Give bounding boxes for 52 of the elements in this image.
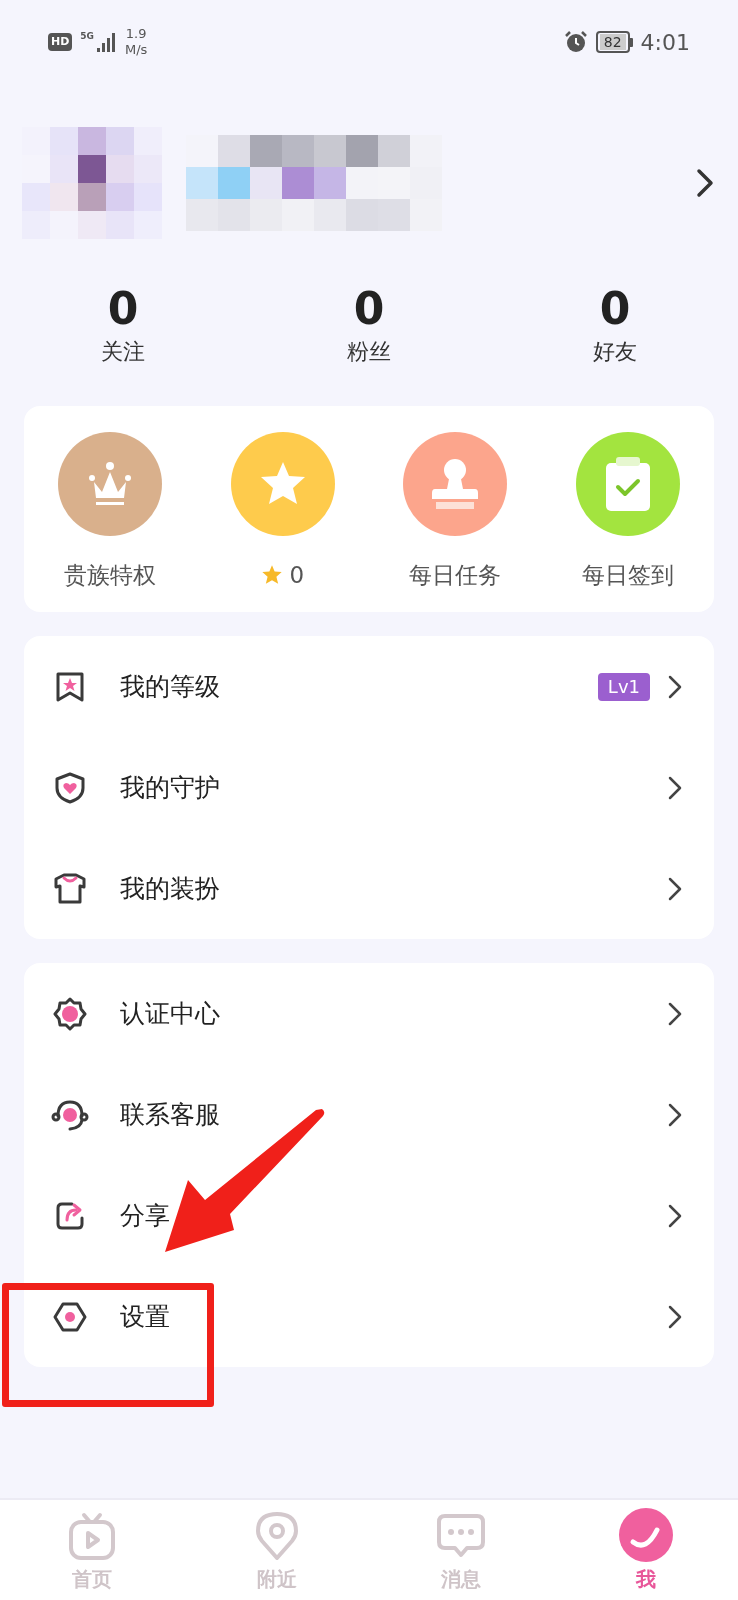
network-label: 5G bbox=[80, 32, 94, 41]
stat-label[interactable]: 关注 bbox=[101, 336, 145, 368]
menu-item[interactable]: 设置 bbox=[24, 1266, 714, 1367]
chevron-right-icon bbox=[668, 1304, 682, 1329]
tv-icon bbox=[68, 1512, 117, 1560]
shirt-icon bbox=[53, 872, 87, 905]
menu-label: 认证中心 bbox=[120, 997, 221, 1030]
speed-unit: M/s bbox=[125, 42, 148, 58]
hd-badge: HD bbox=[48, 33, 73, 51]
speed-value: 1.9 bbox=[125, 26, 147, 42]
menu-item[interactable]: 分享 bbox=[24, 1165, 714, 1266]
menu-item[interactable]: 联系客服 bbox=[24, 1064, 714, 1165]
battery-indicator: 82 bbox=[595, 31, 633, 53]
menu-label: 我的守护 bbox=[120, 771, 221, 804]
chevron-right-icon[interactable] bbox=[696, 168, 714, 198]
menu-item[interactable]: 我的等级 Lv1 bbox=[24, 636, 714, 737]
menu-label: 设置 bbox=[120, 1300, 171, 1333]
chevron-right-icon bbox=[668, 876, 682, 901]
quick-action-label: 贵族特权 bbox=[64, 561, 157, 590]
menu-label: 分享 bbox=[120, 1199, 171, 1232]
chevron-right-icon bbox=[668, 1203, 682, 1228]
signal-icon bbox=[97, 32, 117, 52]
menu-item[interactable]: 认证中心 bbox=[24, 963, 714, 1064]
menu-label: 我的等级 bbox=[120, 670, 221, 703]
badge-icon bbox=[53, 996, 87, 1031]
menu-label: 联系客服 bbox=[120, 1098, 221, 1131]
menu-item[interactable]: 我的装扮 bbox=[24, 838, 714, 939]
quick-action-label: 每日签到 bbox=[581, 561, 674, 590]
chat-icon bbox=[437, 1514, 486, 1558]
face-icon bbox=[618, 1508, 673, 1562]
stat-value: 0 bbox=[599, 282, 631, 336]
stamp-icon bbox=[431, 457, 480, 511]
quick-action-label: 0 bbox=[289, 561, 305, 590]
shield-heart-icon bbox=[54, 771, 86, 804]
menu-label: 我的装扮 bbox=[120, 872, 221, 905]
stat-value: 0 bbox=[353, 282, 385, 336]
stat-label[interactable]: 好友 bbox=[593, 336, 637, 368]
quick-action-label: 每日任务 bbox=[409, 561, 502, 590]
clipboard-icon bbox=[605, 457, 650, 511]
chevron-right-icon bbox=[668, 1001, 682, 1026]
chevron-right-icon bbox=[668, 674, 682, 699]
clock-time: 4:01 bbox=[640, 28, 690, 57]
menu-item[interactable]: 我的守护 bbox=[24, 737, 714, 838]
chevron-right-icon bbox=[668, 1102, 682, 1127]
chevron-right-icon bbox=[668, 775, 682, 800]
stat-label[interactable]: 粉丝 bbox=[347, 336, 391, 368]
settings-icon bbox=[53, 1300, 87, 1333]
alarm-icon bbox=[563, 30, 588, 54]
level-badge: Lv1 bbox=[597, 672, 650, 701]
location-pin-icon bbox=[255, 1512, 298, 1560]
bookmark-star-icon bbox=[54, 670, 86, 703]
stat-value: 0 bbox=[107, 282, 139, 336]
